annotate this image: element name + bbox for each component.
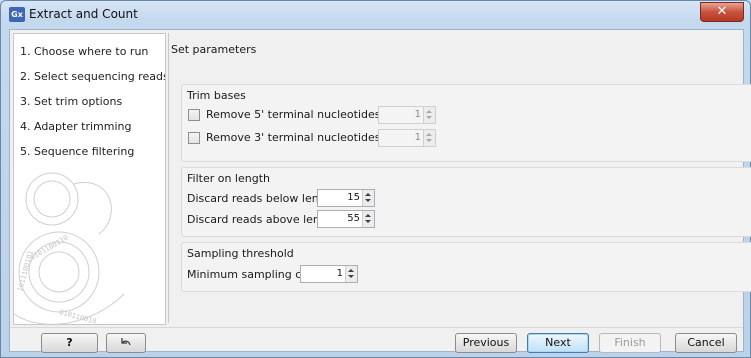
min-sampling-value: 1 [336, 268, 343, 279]
remove-3-value: 1 [414, 132, 421, 143]
discard-above-value: 55 [347, 213, 360, 224]
content-panel: Set parameters Trim bases Remove 5' term… [168, 33, 751, 323]
remove-5-label: Remove 5' terminal nucleotides [206, 108, 381, 121]
remove-3-spinner[interactable]: 1 [378, 129, 436, 147]
reset-button[interactable] [106, 333, 146, 353]
page-heading: Set parameters [171, 43, 257, 56]
svg-text:0101100110: 0101100110 [29, 234, 70, 262]
decorative-swirl-graphic: 0101100110 1011100101 010110010 [14, 172, 125, 325]
step-set-trim-options[interactable]: 3. Set trim options [20, 95, 122, 108]
remove-5-value: 1 [414, 109, 421, 120]
discard-above-label: Discard reads above length [187, 213, 339, 226]
title-bar: Gx Extract and Count ✕ [1, 1, 750, 29]
svg-text:010110010: 010110010 [58, 308, 97, 325]
close-button[interactable]: ✕ [700, 2, 744, 22]
wizard-steps-panel: 1. Choose where to run 2. Select sequenc… [13, 33, 166, 325]
spin-arrows-icon[interactable] [345, 266, 357, 282]
step-select-sequencing-reads[interactable]: 2. Select sequencing reads [20, 70, 165, 83]
discard-below-spinner[interactable]: 15 [317, 189, 375, 207]
sampling-threshold-group: Sampling threshold Minimum sampling coun… [181, 242, 751, 292]
next-button[interactable]: Next [527, 333, 589, 353]
dialog-body: 1. Choose where to run 2. Select sequenc… [9, 29, 751, 353]
discard-below-label: Discard reads below length [187, 192, 337, 205]
spin-arrows-icon[interactable] [362, 190, 374, 206]
sampling-threshold-title: Sampling threshold [187, 247, 294, 260]
min-sampling-spinner[interactable]: 1 [300, 265, 358, 283]
step-choose-where-to-run[interactable]: 1. Choose where to run [20, 45, 148, 58]
remove-3-label: Remove 3' terminal nucleotides [206, 131, 381, 144]
spin-arrows-icon[interactable] [423, 107, 435, 123]
button-bar: ? Previous Next Finish Cancel [10, 327, 743, 353]
discard-above-spinner[interactable]: 55 [317, 210, 375, 228]
trim-bases-title: Trim bases [187, 89, 246, 102]
trim-bases-group: Trim bases Remove 5' terminal nucleotide… [181, 84, 751, 162]
spin-arrows-icon[interactable] [362, 211, 374, 227]
discard-below-value: 15 [347, 192, 360, 203]
spin-arrows-icon[interactable] [423, 130, 435, 146]
extract-count-dialog: Gx Extract and Count ✕ 1. Choose where t… [0, 0, 751, 358]
finish-button[interactable]: Finish [599, 333, 661, 353]
previous-button[interactable]: Previous [455, 333, 517, 353]
remove-5-checkbox[interactable] [188, 109, 200, 121]
app-icon: Gx [9, 7, 25, 22]
reset-arrow-icon [121, 338, 131, 346]
window-title: Extract and Count [29, 7, 138, 21]
step-sequence-filtering[interactable]: 5. Sequence filtering [20, 145, 134, 158]
filter-on-length-title: Filter on length [187, 172, 270, 185]
filter-on-length-group: Filter on length Discard reads below len… [181, 167, 751, 237]
step-adapter-trimming[interactable]: 4. Adapter trimming [20, 120, 131, 133]
remove-5-spinner[interactable]: 1 [378, 106, 436, 124]
help-button[interactable]: ? [41, 333, 98, 353]
cancel-button[interactable]: Cancel [675, 333, 737, 353]
remove-3-checkbox[interactable] [188, 132, 200, 144]
